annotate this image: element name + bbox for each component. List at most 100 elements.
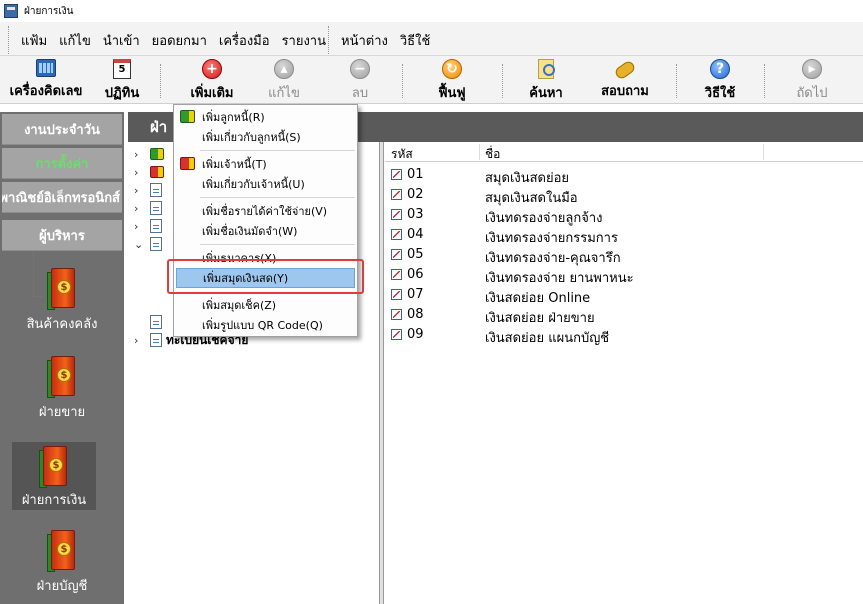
menu-item-add-creditor[interactable]: เพิ่มเจ้าหนี้(T) [176,154,355,174]
table-row[interactable]: 09 เงินสดย่อย แผนกบัญชี [385,325,863,346]
refresh-icon: ↻ [442,59,462,79]
checkbox-icon [391,289,402,300]
menu-help[interactable]: วิธีใช้ [394,30,436,51]
menu-file[interactable]: แฟ้ม [15,30,53,51]
column-divider[interactable] [479,144,480,160]
next-button[interactable]: ▸ ถัดไป [790,59,834,101]
launcher-inventory[interactable]: $ สินค้าคงคลัง [0,268,124,334]
menu-item-add-debtor[interactable]: เพิ่มลูกหนี้(R) [176,107,355,127]
toolbar-separator [764,64,765,98]
sidebar-daily-work[interactable]: งานประจำวัน [2,114,122,145]
launcher-sales[interactable]: $ ฝ่ายขาย [0,356,124,422]
menu-item-add-income-expense[interactable]: เพิ่มชื่อรายได้ค่าใช้จ่าย(V) [176,201,355,221]
delete-button[interactable]: − ลบ [340,59,380,101]
toolbar-separator [676,64,677,98]
tree-connector [33,252,34,296]
tree-node[interactable]: › [134,182,162,198]
menu-import[interactable]: นำเข้า [97,30,146,51]
menu-separator [200,244,355,245]
tree-node[interactable]: › [134,200,162,216]
refresh-button[interactable]: ↻ ฟื้นฟู [428,59,476,101]
toolbar-separator [502,64,503,98]
content-title: ฝ่า [150,118,168,136]
tree-node[interactable]: › [134,146,164,162]
sidebar-settings[interactable]: การตั้งค่า [2,148,122,179]
add-dropdown-menu: เพิ่มลูกหนี้(R) เพิ่มเกี่ยวกับลูกหนี้(S)… [173,104,358,337]
menu-item-add-creditor-related[interactable]: เพิ่มเกี่ยวกับเจ้าหนี้(U) [176,174,355,194]
sidebar: งานประจำวัน การตั้งค่า พาณิชย์อิเล็กทรอน… [0,112,124,604]
document-icon [150,201,162,215]
table-row[interactable]: 01 สมุดเงินสดย่อย [385,165,863,186]
truck-icon [180,110,195,123]
checkbox-icon [391,189,402,200]
add-button[interactable]: + เพิ่มเติม [182,59,242,101]
list-header: รหัส ชื่อ [385,142,863,162]
window-title: ฝ่ายการเงิน [24,5,74,17]
delete-icon: − [350,59,370,79]
column-header-name[interactable]: ชื่อ [485,145,500,164]
menu-window[interactable]: หน้าต่าง [335,30,394,51]
tree-node[interactable]: › [134,218,162,234]
checkbox-icon [391,269,402,280]
calculator-icon [36,59,56,77]
menu-item-add-deposit[interactable]: เพิ่มชื่อเงินมัดจำ(W) [176,221,355,241]
calculator-button[interactable]: เครื่องคิดเลข [8,59,84,101]
table-row[interactable]: 08 เงินสดย่อย ฝ่ายขาย [385,305,863,326]
menu-item-add-chequebook[interactable]: เพิ่มสมุดเช็ค(Z) [176,295,355,315]
document-icon [150,183,162,197]
help-button[interactable]: ? วิธีใช้ [700,59,740,101]
table-row[interactable]: 07 เงินสดย่อย Online [385,285,863,306]
checkbox-icon [391,329,402,340]
table-row[interactable]: 05 เงินทดรองจ่าย-คุณจารึก [385,245,863,266]
tree-node-expanded[interactable]: ⌄ [134,236,162,252]
sidebar-ecommerce[interactable]: พาณิชย์อิเล็กทรอนิกส์ [2,182,122,213]
list-pane: รหัส ชื่อ 01 สมุดเงินสดย่อย 02 สมุดเงินสดใ… [385,142,863,604]
launcher-accounting[interactable]: $ ฝ่ายบัญชี [0,530,124,596]
search-button[interactable]: ค้นหา [522,59,570,101]
menu-edit[interactable]: แก้ไข [53,30,97,51]
toolbar: เครื่องคิดเลข 5 ปฏิทิน + เพิ่มเติม ▴ แก้… [0,56,863,104]
calendar-icon: 5 [113,59,131,79]
menu-item-add-qr-format[interactable]: เพิ่มรูปแบบ QR Code(Q) [176,315,355,335]
pane-splitter[interactable] [380,142,384,604]
inquiry-button[interactable]: สอบถาม [598,59,652,101]
books-icon: $ [39,446,69,488]
menu-group-main: แฟ้ม แก้ไข นำเข้า ยอดยกมา เครื่องมือ ราย… [8,26,332,54]
menu-bar: แฟ้ม แก้ไข นำเข้า ยอดยกมา เครื่องมือ ราย… [0,22,863,56]
edit-icon: ▴ [274,59,294,79]
table-row[interactable]: 02 สมุดเงินสดในมือ [385,185,863,206]
checkbox-icon [391,309,402,320]
truck-icon [180,157,195,170]
table-row[interactable]: 04 เงินทดรองจ่ายกรรมการ [385,225,863,246]
books-icon: $ [47,268,77,310]
checkbox-icon [391,249,402,260]
tree-connector [33,296,43,297]
title-bar: ฝ่ายการเงิน [0,0,863,22]
app-icon [4,4,18,18]
column-divider[interactable] [763,144,764,160]
menu-tools[interactable]: เครื่องมือ [213,30,276,51]
checkbox-icon [391,169,402,180]
table-row[interactable]: 03 เงินทดรองจ่ายลูกจ้าง [385,205,863,226]
sidebar-executive[interactable]: ผู้บริหาร [2,220,122,251]
document-icon [150,333,162,347]
menu-item-add-debtor-related[interactable]: เพิ่มเกี่ยวกับลูกหนี้(S) [176,127,355,147]
tree-node[interactable]: › [134,164,164,180]
help-icon: ? [710,59,730,79]
menu-opening-balance[interactable]: ยอดยกมา [146,30,213,51]
highlight-outline [167,259,364,294]
document-icon [150,237,162,251]
truck-icon [150,166,164,178]
column-header-code[interactable]: รหัส [391,145,413,164]
table-row[interactable]: 06 เงินทดรองจ่าย ยานพาหนะ [385,265,863,286]
menu-reports[interactable]: รายงาน [276,30,332,51]
checkbox-icon [391,209,402,220]
tree-node[interactable] [134,314,162,330]
document-icon [150,219,162,233]
menu-group-window: หน้าต่าง วิธีใช้ [328,26,436,54]
calendar-button[interactable]: 5 ปฏิทิน [100,59,144,101]
next-icon: ▸ [802,59,822,79]
edit-button[interactable]: ▴ แก้ไข [262,59,306,101]
toolbar-separator [160,64,161,98]
launcher-finance[interactable]: $ ฝ่ายการเงิน [12,442,96,510]
